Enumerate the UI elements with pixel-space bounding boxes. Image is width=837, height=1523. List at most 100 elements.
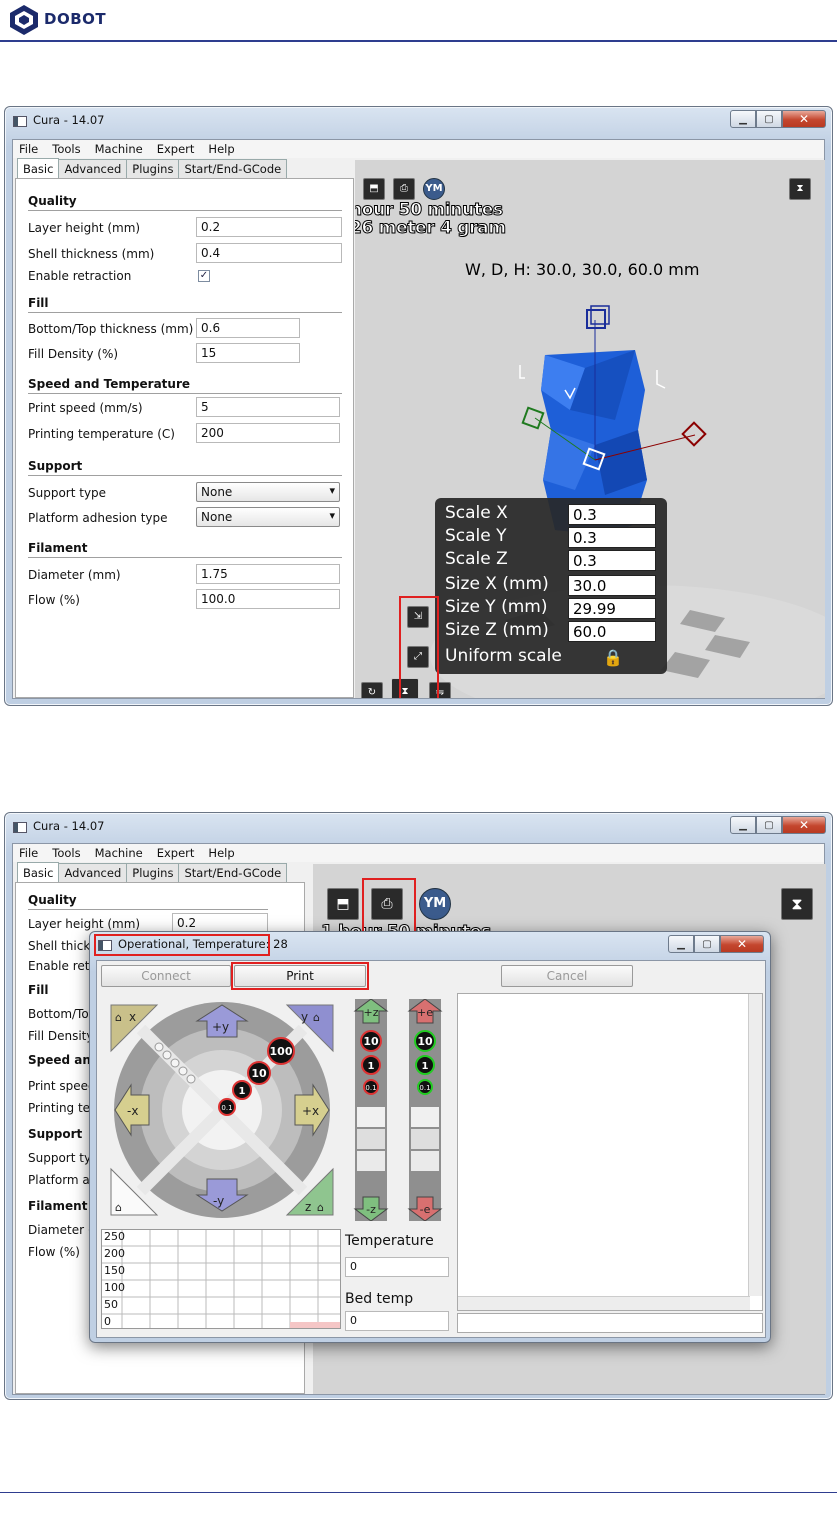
- scale-x-label: Scale X: [445, 503, 508, 523]
- dialog-minimize-button[interactable]: ▁: [668, 935, 694, 953]
- lock-icon[interactable]: 🔒: [603, 648, 623, 667]
- close-button[interactable]: ✕: [782, 110, 826, 128]
- bed-temp-area: [290, 1322, 340, 1328]
- title-bar: Cura - 14.07 ▁ ▢ ✕: [5, 813, 832, 839]
- shell-thickness-label: Shell thickness (mm): [28, 247, 155, 261]
- e-step-1-label: 1: [422, 1061, 429, 1072]
- minus-x-label: -x: [127, 1104, 138, 1118]
- maximize-button[interactable]: ▢: [756, 110, 782, 128]
- header-divider: [0, 40, 837, 42]
- menu-tools[interactable]: Tools: [52, 142, 80, 156]
- menu-help[interactable]: Help: [208, 846, 234, 860]
- menu-bar: File Tools Machine Expert Help: [13, 140, 824, 158]
- tab-plugins[interactable]: Plugins: [126, 159, 180, 178]
- y-tick-0: 0: [104, 1315, 111, 1328]
- view-mode-icon[interactable]: ⧗: [789, 178, 811, 200]
- scale-x-input[interactable]: 0.3: [568, 504, 656, 525]
- tab-advanced[interactable]: Advanced: [58, 863, 128, 882]
- flow-input[interactable]: 100.0: [196, 589, 340, 609]
- fill-density-input[interactable]: 15: [196, 343, 300, 363]
- tab-basic[interactable]: Basic: [17, 158, 60, 178]
- tab-advanced[interactable]: Advanced: [58, 159, 128, 178]
- dialog-close-button[interactable]: ✕: [720, 935, 764, 953]
- layer-height-input[interactable]: 0.2: [172, 913, 268, 933]
- temperature-spinbox[interactable]: 0: [345, 1257, 449, 1277]
- title-bar: Cura - 14.07 ▁ ▢ ✕: [5, 107, 832, 133]
- tab-plugins[interactable]: Plugins: [126, 863, 180, 882]
- bottom-top-thickness-label: Bottom/Top thickness (mm): [28, 322, 194, 336]
- load-model-icon[interactable]: ⬒: [363, 178, 385, 200]
- dialog-client: Connect Print Cancel ⌂ x ⌂ y ⌂ z ⌂ +y -y…: [96, 960, 766, 1338]
- section-filament: Filament: [28, 541, 88, 555]
- connect-button[interactable]: Connect: [101, 965, 231, 987]
- bed-temp-spinbox[interactable]: 0: [345, 1311, 449, 1331]
- menu-file[interactable]: File: [19, 846, 38, 860]
- close-button[interactable]: ✕: [782, 816, 826, 834]
- menu-expert[interactable]: Expert: [157, 846, 195, 860]
- y-tick-150: 150: [104, 1264, 125, 1277]
- section-quality: Quality: [28, 893, 77, 907]
- size-x-input[interactable]: 30.0: [568, 575, 656, 596]
- menu-expert[interactable]: Expert: [157, 142, 195, 156]
- horizontal-scrollbar[interactable]: [458, 1296, 750, 1310]
- gcode-log[interactable]: [457, 993, 763, 1311]
- diameter-input[interactable]: 1.75: [196, 564, 340, 584]
- printing-temperature-label: Printing temperature (C): [28, 427, 175, 441]
- highlight-box-scale-tools: [399, 596, 439, 698]
- maximize-button[interactable]: ▢: [756, 816, 782, 834]
- menu-machine[interactable]: Machine: [95, 846, 143, 860]
- platform-adhesion-label: Platform adhesion type: [28, 511, 168, 525]
- print-speed-input[interactable]: 5: [196, 397, 340, 417]
- menu-help[interactable]: Help: [208, 142, 234, 156]
- scale-z-handle-icon[interactable]: [586, 305, 610, 329]
- view-mode-icon[interactable]: ⧗: [781, 888, 813, 920]
- rotate-icon[interactable]: ↻: [361, 682, 383, 698]
- divider: [28, 475, 342, 476]
- cancel-button[interactable]: Cancel: [501, 965, 633, 987]
- size-y-input[interactable]: 29.99: [568, 598, 656, 619]
- youmagine-icon[interactable]: YM: [423, 178, 445, 200]
- enable-retraction-checkbox[interactable]: ✓: [198, 270, 210, 282]
- shell-thickness-input[interactable]: 0.4: [196, 243, 342, 263]
- graph-grid: [102, 1230, 340, 1328]
- printing-temperature-input[interactable]: 200: [196, 423, 340, 443]
- app-icon: [13, 116, 27, 127]
- temperature-graph: 250 200 150 100 50 0: [101, 1229, 341, 1329]
- z-step-1-label: 1: [368, 1061, 375, 1072]
- layer-height-label: Layer height (mm): [28, 917, 141, 931]
- menu-tools[interactable]: Tools: [52, 846, 80, 860]
- 3d-viewport[interactable]: ⬒ ⎙ YM ⧗ hour 50 minutes 26 meter 4 gram…: [355, 160, 825, 698]
- scale-x-handle-icon[interactable]: [681, 421, 707, 447]
- print-time-text: hour 50 minutes: [355, 200, 504, 221]
- dialog-maximize-button[interactable]: ▢: [694, 935, 720, 953]
- enable-retraction-label: Enable retraction: [28, 269, 132, 283]
- z-axis-control: +z 10 1 0.1 -z: [353, 999, 389, 1221]
- print-icon[interactable]: ⎙: [393, 178, 415, 200]
- layer-height-input[interactable]: 0.2: [196, 217, 342, 237]
- plus-z-label: +z: [364, 1006, 379, 1019]
- support-type-select[interactable]: None: [196, 482, 340, 502]
- menu-file[interactable]: File: [19, 142, 38, 156]
- tab-start-end-gcode[interactable]: Start/End-GCode: [178, 159, 288, 178]
- load-model-icon[interactable]: ⬒: [327, 888, 359, 920]
- bottom-top-thickness-input[interactable]: 0.6: [196, 318, 300, 338]
- youmagine-icon[interactable]: YM: [419, 888, 451, 920]
- size-z-input[interactable]: 60.0: [568, 621, 656, 642]
- tab-basic[interactable]: Basic: [17, 862, 60, 882]
- section-fill: Fill: [28, 983, 49, 997]
- scale-y-input[interactable]: 0.3: [568, 527, 656, 548]
- minimize-button[interactable]: ▁: [730, 110, 756, 128]
- platform-adhesion-select[interactable]: None: [196, 507, 340, 527]
- vertical-scrollbar[interactable]: [748, 994, 762, 1296]
- y-tick-50: 50: [104, 1298, 118, 1311]
- scale-y-handle-icon[interactable]: [521, 406, 545, 430]
- command-input[interactable]: [457, 1313, 763, 1333]
- minimize-button[interactable]: ▁: [730, 816, 756, 834]
- divider: [28, 557, 342, 558]
- y-tick-200: 200: [104, 1247, 125, 1260]
- flow-label: Flow (%): [28, 1245, 80, 1259]
- scale-z-input[interactable]: 0.3: [568, 550, 656, 571]
- menu-machine[interactable]: Machine: [95, 142, 143, 156]
- highlight-box-status: [94, 934, 270, 956]
- tab-start-end-gcode[interactable]: Start/End-GCode: [178, 863, 288, 882]
